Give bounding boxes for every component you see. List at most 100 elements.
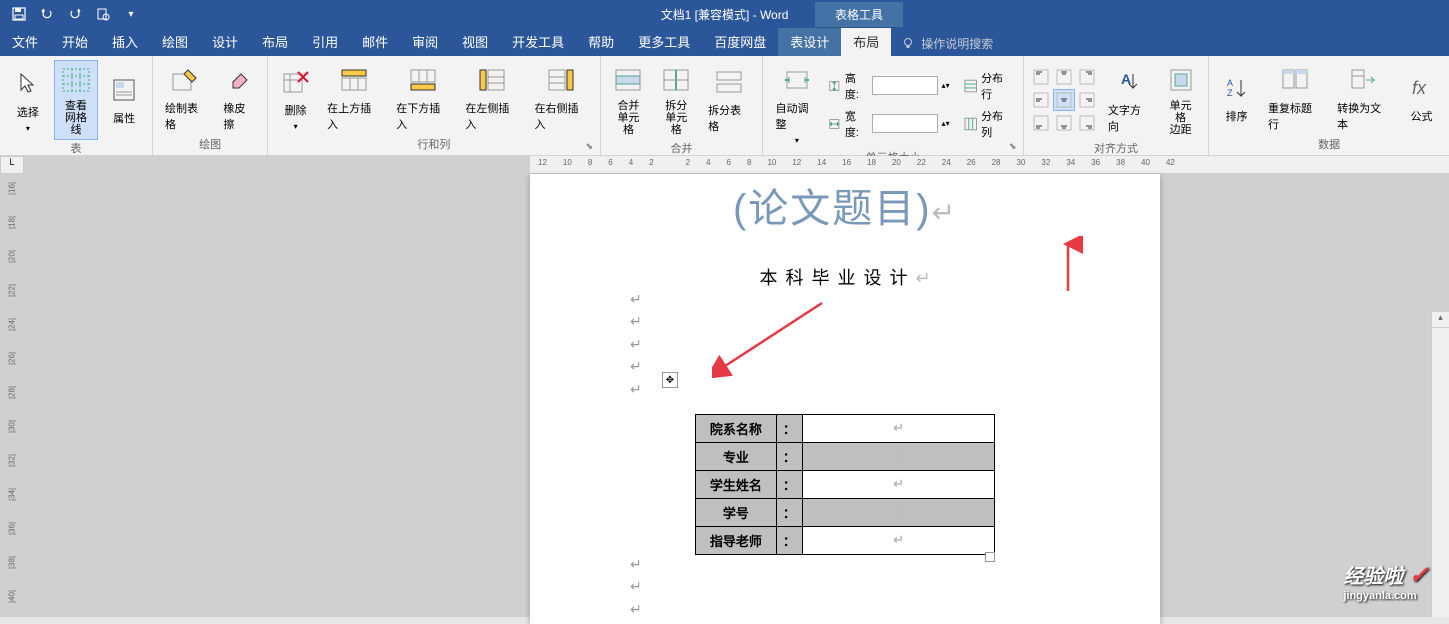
- table-cell-colon[interactable]: ：: [776, 414, 802, 442]
- scrollbar-vertical[interactable]: ▴: [1431, 312, 1449, 617]
- height-input[interactable]: [872, 76, 938, 95]
- insert-right-button[interactable]: 在右侧插入: [528, 60, 593, 136]
- tab-baidu[interactable]: 百度网盘: [702, 27, 778, 56]
- paragraph-mark[interactable]: ↵: [630, 577, 1160, 599]
- eraser-button[interactable]: 橡皮擦: [217, 60, 261, 136]
- save-button[interactable]: [6, 2, 32, 26]
- formula-icon: fx: [1406, 72, 1438, 104]
- table-cell-value[interactable]: ↵: [803, 498, 995, 526]
- align-bottom-right[interactable]: [1076, 112, 1098, 134]
- repeat-header-button[interactable]: 重复标题行: [1262, 60, 1327, 136]
- table-resize-handle[interactable]: [985, 552, 995, 562]
- insert-below-icon: [407, 64, 439, 96]
- distribute-cols-button[interactable]: 分布列: [960, 106, 1017, 142]
- align-middle-right[interactable]: [1076, 89, 1098, 111]
- merge-icon: [612, 64, 644, 96]
- table-cell-label[interactable]: 学号: [696, 498, 777, 526]
- tab-more-tools[interactable]: 更多工具: [626, 27, 702, 56]
- table-cell-value[interactable]: ↵: [803, 526, 995, 554]
- paragraph-mark[interactable]: ↵: [630, 312, 1160, 334]
- tell-me-search[interactable]: 操作说明搜索: [891, 31, 1003, 56]
- tab-view[interactable]: 视图: [450, 27, 500, 56]
- tab-design[interactable]: 设计: [200, 27, 250, 56]
- table-cell-value[interactable]: ↵: [803, 470, 995, 498]
- table-row[interactable]: 指导老师：↵: [696, 526, 995, 554]
- tab-help[interactable]: 帮助: [576, 27, 626, 56]
- eraser-icon: [223, 64, 255, 96]
- undo-button[interactable]: [34, 2, 60, 26]
- table-cell-label[interactable]: 学生姓名: [696, 470, 777, 498]
- insert-left-button[interactable]: 在左侧插入: [459, 60, 524, 136]
- table-cell-colon[interactable]: ：: [776, 470, 802, 498]
- table-cell-label[interactable]: 专业: [696, 442, 777, 470]
- align-bottom-left[interactable]: [1030, 112, 1052, 134]
- sort-button[interactable]: AZ 排序: [1215, 68, 1258, 128]
- insert-below-button[interactable]: 在下方插入: [390, 60, 455, 136]
- table-move-handle[interactable]: ✥: [662, 372, 678, 388]
- print-preview-button[interactable]: [90, 2, 116, 26]
- delete-button[interactable]: 删除▾: [274, 62, 317, 135]
- table-cell-colon[interactable]: ：: [776, 442, 802, 470]
- tab-layout[interactable]: 布局: [250, 27, 300, 56]
- align-bottom-center[interactable]: [1053, 112, 1075, 134]
- tab-review[interactable]: 审阅: [400, 27, 450, 56]
- table-row[interactable]: 专业：↵: [696, 442, 995, 470]
- paragraph-mark[interactable]: ↵: [630, 380, 1160, 402]
- insert-above-button[interactable]: 在上方插入: [321, 60, 386, 136]
- table-row[interactable]: 院系名称：↵: [696, 414, 995, 442]
- cell-size-launcher[interactable]: ⬊: [1009, 141, 1021, 153]
- convert-text-button[interactable]: 转换为文本: [1331, 60, 1396, 136]
- table-cell-value[interactable]: ↵: [803, 414, 995, 442]
- tab-developer[interactable]: 开发工具: [500, 27, 576, 56]
- tab-table-design[interactable]: 表设计: [778, 27, 841, 56]
- tab-home[interactable]: 开始: [50, 27, 100, 56]
- table-row[interactable]: 学号：↵: [696, 498, 995, 526]
- align-middle-left[interactable]: [1030, 89, 1052, 111]
- align-top-left[interactable]: [1030, 66, 1052, 88]
- ruler-horizontal[interactable]: 1210864224681012141618202224262830323436…: [530, 156, 1449, 174]
- select-button[interactable]: 选择▾: [6, 64, 50, 137]
- width-spinner[interactable]: ▴▾: [942, 119, 950, 128]
- autofit-button[interactable]: 自动调整▾: [769, 60, 824, 149]
- tab-file[interactable]: 文件: [0, 27, 50, 56]
- tab-insert[interactable]: 插入: [100, 27, 150, 56]
- table-cell-label[interactable]: 指导老师: [696, 526, 777, 554]
- table-row[interactable]: 学生姓名：↵: [696, 470, 995, 498]
- cell-margins-button[interactable]: 单元格 边距: [1159, 60, 1202, 140]
- align-middle-center[interactable]: [1053, 89, 1075, 111]
- view-gridlines-button[interactable]: 查看 网格线: [54, 60, 99, 140]
- document-table[interactable]: 院系名称：↵专业：↵学生姓名：↵学号：↵指导老师：↵: [695, 414, 995, 555]
- width-input[interactable]: [872, 114, 938, 133]
- height-spinner[interactable]: ▴▾: [942, 81, 950, 90]
- svg-text:A: A: [1227, 78, 1233, 88]
- align-top-center[interactable]: [1053, 66, 1075, 88]
- formula-button[interactable]: fx 公式: [1400, 68, 1443, 128]
- text-direction-button[interactable]: A 文字方向: [1102, 62, 1155, 138]
- table-cell-label[interactable]: 院系名称: [696, 414, 777, 442]
- table-cell-value[interactable]: ↵: [803, 442, 995, 470]
- group-data: AZ 排序 重复标题行 转换为文本 fx 公式 数据: [1209, 56, 1449, 155]
- scroll-up-button[interactable]: ▴: [1432, 312, 1449, 328]
- split-cells-button[interactable]: 拆分 单元格: [654, 60, 698, 140]
- draw-table-button[interactable]: 绘制表格: [159, 60, 213, 136]
- quick-access-toolbar: ▾: [0, 2, 150, 26]
- tab-table-layout[interactable]: 布局: [841, 27, 891, 56]
- merge-cells-button[interactable]: 合并 单元格: [607, 60, 651, 140]
- paragraph-mark[interactable]: ↵: [630, 357, 1160, 379]
- table-cell-colon[interactable]: ：: [776, 526, 802, 554]
- paragraph-mark[interactable]: ↵: [630, 555, 1160, 577]
- align-top-right[interactable]: [1076, 66, 1098, 88]
- distribute-rows-button[interactable]: 分布行: [960, 68, 1017, 104]
- table-cell-colon[interactable]: ：: [776, 498, 802, 526]
- tab-references[interactable]: 引用: [300, 27, 350, 56]
- tab-mail[interactable]: 邮件: [350, 27, 400, 56]
- paragraph-mark[interactable]: ↵: [630, 600, 1160, 622]
- rows-cols-launcher[interactable]: ⬊: [586, 141, 598, 153]
- qat-customize[interactable]: ▾: [118, 2, 144, 26]
- tab-draw[interactable]: 绘图: [150, 27, 200, 56]
- paragraph-mark[interactable]: ↵: [630, 335, 1160, 357]
- split-table-button[interactable]: 拆分表格: [702, 62, 756, 138]
- properties-button[interactable]: 属性: [102, 70, 146, 130]
- redo-button[interactable]: [62, 2, 88, 26]
- doc-title[interactable]: (论文题目)↵: [530, 176, 1160, 234]
